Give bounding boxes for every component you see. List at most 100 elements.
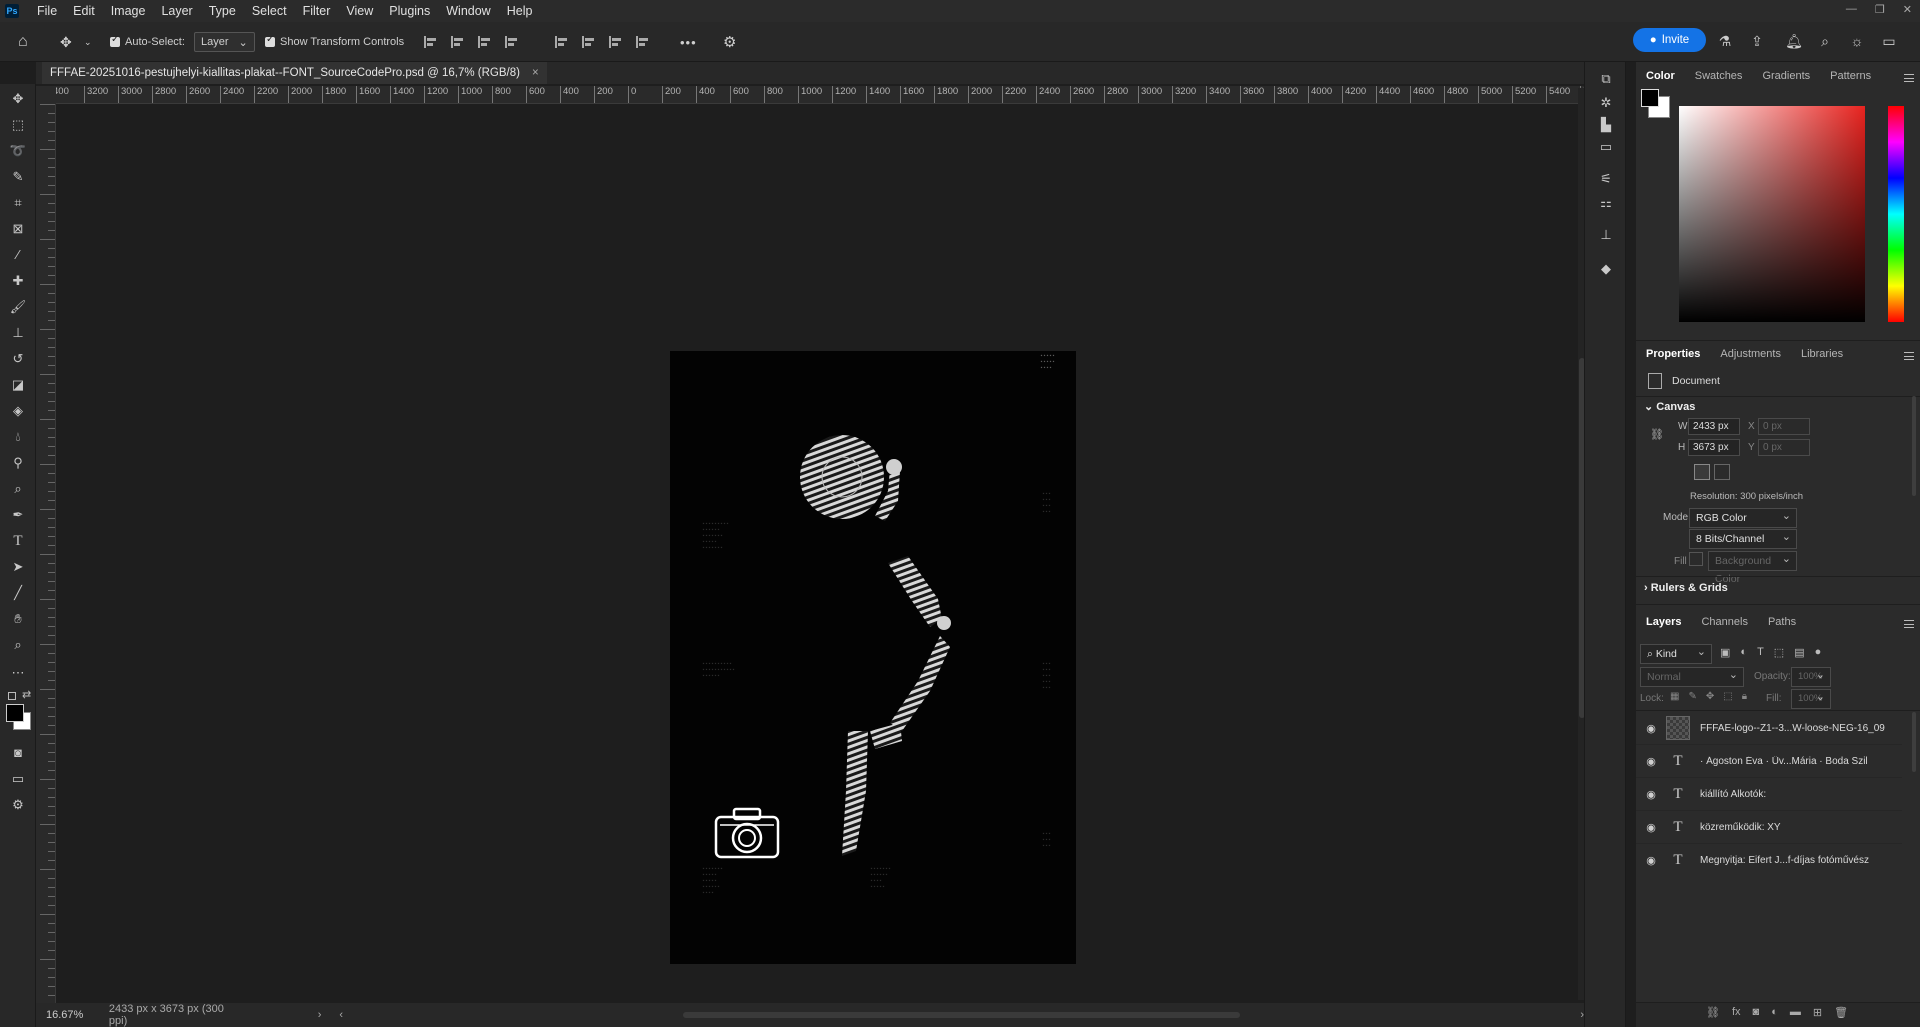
fill-dropdown[interactable]: Background Color <box>1708 550 1797 585</box>
tab-channels[interactable]: Channels <box>1691 616 1757 628</box>
y-field[interactable]: 0 px <box>1758 439 1810 456</box>
layer-row[interactable]: ◉ T Megnyitja: Eifert J...f-díjas fotómű… <box>1636 844 1902 870</box>
fill-percent-field[interactable]: 100% <box>1791 688 1831 709</box>
dodge-tool-icon[interactable]: ⚲ <box>9 454 27 472</box>
link-layers-icon[interactable]: ⛓ <box>1706 1006 1720 1019</box>
layer-name[interactable]: közreműködik: XY <box>1700 822 1781 833</box>
link-icon[interactable]: ⛓ <box>1650 428 1664 441</box>
menu-select[interactable]: Select <box>244 4 295 18</box>
eye-icon[interactable]: ◉ <box>1644 722 1658 735</box>
layer-name[interactable]: FFFAE-logo--Z1--3...W-loose-NEG-16_09 <box>1700 723 1885 734</box>
frame-tool-icon[interactable]: ⊠ <box>9 220 27 238</box>
close-window-icon[interactable]: ✕ <box>1903 3 1912 16</box>
adjustment-layer-icon[interactable]: ◐ <box>1771 1006 1778 1019</box>
zoom-tool-icon[interactable]: ⌕ <box>9 636 27 654</box>
width-field[interactable]: 2433 px <box>1688 418 1740 435</box>
screen-mode-icon[interactable]: ▭ <box>9 770 27 788</box>
tab-gradients[interactable]: Gradients <box>1752 70 1820 82</box>
adjust-icon[interactable]: ⚏ <box>1597 194 1615 212</box>
tab-libraries[interactable]: Libraries <box>1791 348 1853 360</box>
menu-edit[interactable]: Edit <box>65 4 103 18</box>
filter-toggle-icon[interactable]: ● <box>1815 646 1822 659</box>
restore-icon[interactable]: ❐ <box>1875 3 1885 16</box>
layer-name[interactable]: Megnyitja: Eifert J...f-díjas fotóművész <box>1700 855 1869 866</box>
menu-file[interactable]: File <box>29 4 65 18</box>
paint-bucket-icon[interactable]: ◈ <box>9 402 27 420</box>
layer-row[interactable]: ◉ FFFAE-logo--Z1--3...W-loose-NEG-16_09 <box>1636 712 1902 745</box>
menu-image[interactable]: Image <box>103 4 154 18</box>
layer-name[interactable]: · Ágoston Éva · Üv...Mária · Boda Szil <box>1700 756 1868 767</box>
properties-scrollbar[interactable] <box>1912 396 1916 496</box>
healing-brush-icon[interactable]: ✚ <box>9 272 27 290</box>
search-icon[interactable]: ⌕ <box>1816 32 1834 50</box>
eyedropper-tool-icon[interactable]: ⁄ <box>9 246 27 264</box>
auto-select-checkbox[interactable]: Auto-Select: <box>110 22 185 62</box>
smart-object-filter-icon[interactable]: ▤ <box>1794 646 1804 659</box>
invite-button[interactable]: ● Invite <box>1633 28 1706 52</box>
opacity-field[interactable]: 100% <box>1791 666 1831 687</box>
align-top-icon[interactable] <box>555 36 569 48</box>
trash-icon[interactable]: 🗑︎ <box>1834 1006 1848 1019</box>
eye-icon[interactable]: ◉ <box>1644 755 1658 768</box>
menu-window[interactable]: Window <box>438 4 498 18</box>
ruler-vertical[interactable] <box>36 104 56 1004</box>
lightbulb-icon[interactable]: ☼ <box>1848 32 1866 50</box>
mode-dropdown[interactable]: RGB Color <box>1689 507 1797 528</box>
foreground-color-swatch[interactable] <box>6 704 24 722</box>
blur-tool-icon[interactable]: 💧︎ <box>9 428 27 446</box>
layer-row[interactable]: ◉ T · Ágoston Éva · Üv...Mária · Boda Sz… <box>1636 745 1902 778</box>
share-icon[interactable]: ⇪ <box>1748 32 1766 50</box>
align-right-icon[interactable] <box>478 36 492 48</box>
kind-filter-dropdown[interactable]: ⌕ Kind <box>1640 643 1712 664</box>
clone-source-icon[interactable]: ⊥ <box>1597 226 1615 244</box>
fill-swatch[interactable] <box>1689 552 1703 566</box>
align-center-icon[interactable] <box>451 36 465 48</box>
document-tab[interactable]: FFFAE-20251016-pestujhelyi-kiallitas-pla… <box>42 62 547 84</box>
close-tab-icon[interactable]: × <box>532 67 539 79</box>
layers-scrollbar[interactable] <box>1912 712 1916 772</box>
x-field[interactable]: 0 px <box>1758 418 1810 435</box>
eye-icon[interactable]: ◉ <box>1644 854 1658 867</box>
align-middle-icon[interactable] <box>582 36 596 48</box>
tab-properties[interactable]: Properties <box>1636 348 1710 360</box>
type-tool-icon[interactable]: T <box>9 532 27 550</box>
tab-paths[interactable]: Paths <box>1758 616 1806 628</box>
distribute-icon[interactable] <box>505 36 519 48</box>
adjustment-filter-icon[interactable]: ◐ <box>1740 646 1747 659</box>
layer-mask-icon[interactable]: ◙ <box>1753 1006 1760 1019</box>
type-filter-icon[interactable]: T <box>1757 646 1764 659</box>
layer-row[interactable]: ◉ T kiállító Alkotók: <box>1636 778 1902 811</box>
hand-tool-icon[interactable]: ✋︎ <box>9 610 27 628</box>
brush-tool-icon[interactable]: 🖌︎ <box>9 298 27 316</box>
horizontal-scroll-thumb[interactable] <box>683 1012 1241 1018</box>
color-panel-menu-icon[interactable] <box>1904 74 1914 82</box>
lock-all-icon[interactable]: 🔒︎ <box>1742 691 1747 702</box>
gear-icon[interactable]: ⚙ <box>723 22 736 62</box>
distribute-vertical-icon[interactable] <box>636 36 650 48</box>
menu-type[interactable]: Type <box>201 4 244 18</box>
menu-help[interactable]: Help <box>499 4 541 18</box>
shape-filter-icon[interactable]: ⬚ <box>1774 646 1784 659</box>
move-tool-icon[interactable]: ✥ <box>60 22 72 62</box>
default-colors-icon[interactable] <box>8 692 16 700</box>
edit-toolbar-icon[interactable]: ⚙ <box>9 796 27 814</box>
fg-color-chip[interactable] <box>1641 89 1659 107</box>
more-options-button[interactable]: ••• <box>680 22 697 62</box>
hue-slider[interactable] <box>1888 106 1904 322</box>
chevron-right-icon[interactable]: › <box>318 1009 322 1021</box>
menu-view[interactable]: View <box>338 4 381 18</box>
lock-position-icon[interactable]: ✥ <box>1706 691 1714 702</box>
lock-pixels-icon[interactable]: ✎ <box>1688 691 1696 702</box>
layer-name[interactable]: kiállító Alkotók: <box>1700 789 1766 800</box>
group-folder-icon[interactable]: ▬ <box>1790 1006 1801 1019</box>
zoom-lens-icon[interactable]: ⌕ <box>9 480 27 498</box>
zoom-level[interactable]: 16.67% <box>46 1009 99 1021</box>
history-icon[interactable]: ⧉ <box>1597 70 1615 88</box>
blend-mode-dropdown[interactable]: Normal <box>1640 666 1744 687</box>
portrait-orientation-icon[interactable] <box>1694 464 1710 480</box>
document-canvas[interactable]: ▪▪▪▪▪ ▪▪▪▪▪ ▪▪▪▪ ▪▪▪▪▪▪▪▪▪ ▪▪▪▪▪▪ ▪▪▪▪▪▪… <box>670 351 1076 964</box>
actions-icon[interactable]: ✲ <box>1597 94 1615 112</box>
quick-select-tool-icon[interactable]: ✎ <box>9 168 27 186</box>
line-tool-icon[interactable]: ╱ <box>9 584 27 602</box>
height-field[interactable]: 3673 px <box>1688 439 1740 456</box>
